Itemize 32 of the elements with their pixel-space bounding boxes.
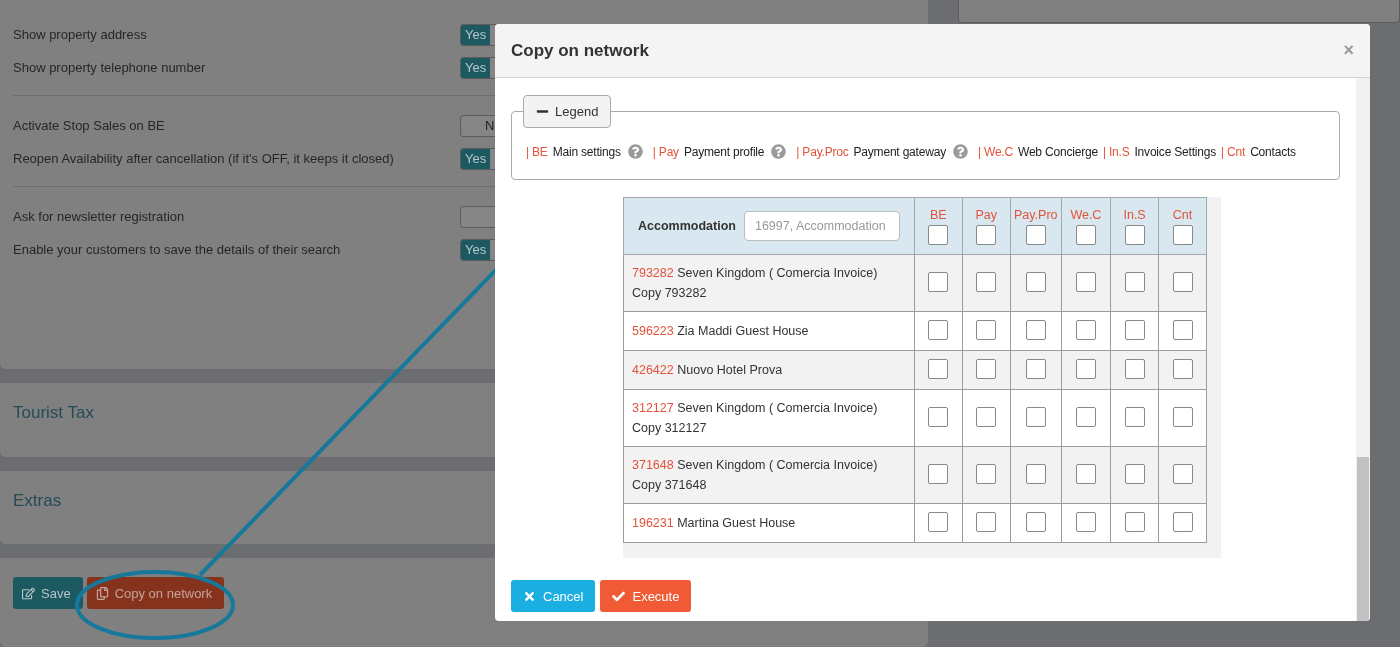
setting-label: Reopen Availability after cancellation (if it's OFF, it keeps it closed) [13, 151, 394, 166]
legend-label: Invoice Settings [1134, 144, 1216, 159]
setting-label: Activate Stop Sales on BE [13, 118, 165, 133]
column-header: Pay [975, 207, 998, 222]
column-header: Accommodation [638, 219, 736, 233]
legend-code: | We.C [977, 144, 1013, 159]
legend-code: | Pay.Proc [796, 144, 849, 159]
accommodation-name: 426422 Nuovo Hotel Prova [631, 362, 784, 379]
setting-label: Ask for newsletter registration [13, 209, 185, 224]
legend-code: | BE [526, 144, 548, 159]
setting-label: Show property telephone number [13, 60, 206, 75]
setting-label: Show property address [13, 27, 147, 42]
legend-code: | In.S [1102, 144, 1130, 159]
column-header: Cnt [1172, 207, 1193, 222]
column-header: In.S [1123, 207, 1146, 222]
accommodation-name: 371648 Seven Kingdom ( Comercia Invoice) Copy 371648 [631, 457, 879, 494]
accommodation-name: 793282 Seven Kingdom ( Comercia Invoice) Copy 793282 [631, 265, 879, 302]
legend-code: | Cnt [1221, 144, 1246, 159]
accommodation-name: 196231 Martina Guest House [631, 515, 797, 532]
legend-label: Contacts [1250, 144, 1296, 159]
legend-label: Payment gateway [853, 144, 946, 159]
legend-label: Payment profile [683, 144, 765, 159]
legend-label: Web Concierge [1018, 144, 1098, 159]
setting-label: Enable your customers to save the details of their search [13, 242, 341, 257]
column-header: Pay.Pro [1014, 207, 1058, 222]
modal-title: Copy on network [511, 40, 649, 61]
legend-code: | Pay [652, 144, 679, 159]
legend-label: Main settings [552, 144, 621, 159]
column-header: We.C [1070, 207, 1102, 222]
accommodation-name: 596223 Zia Maddi Guest House [631, 323, 810, 340]
accommodation-name: 312127 Seven Kingdom ( Comercia Invoice) Copy 312127 [631, 400, 879, 437]
column-header: BE [930, 207, 947, 222]
